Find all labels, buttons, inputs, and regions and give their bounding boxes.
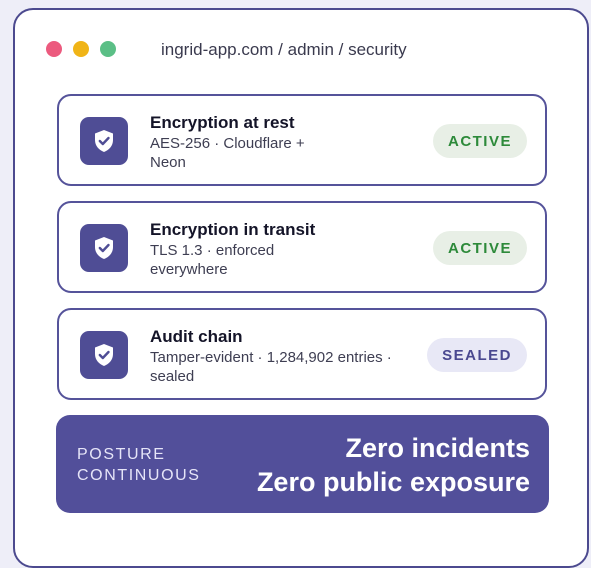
card-description: Tamper-evident · 1,284,902 entries · sea… <box>150 348 430 386</box>
card-title: Encryption in transit <box>150 220 316 239</box>
maximize-window-dot[interactable] <box>100 41 116 57</box>
security-card-audit-chain: Audit chain Tamper-evident · 1,284,902 e… <box>57 308 547 400</box>
posture-label-line: CONTINUOUS <box>77 467 201 484</box>
shield-check-icon <box>80 331 128 379</box>
posture-banner: POSTURE CONTINUOUS Zero incidents Zero p… <box>56 415 549 513</box>
card-description-line: TLS 1.3 · enforced <box>150 242 275 259</box>
card-title: Audit chain <box>150 327 243 346</box>
card-description-line: everywhere <box>150 261 228 278</box>
card-description-line: AES-256 · Cloudflare + <box>150 135 305 152</box>
headline-line: Zero public exposure <box>256 467 530 497</box>
security-card-encryption-at-rest: Encryption at rest AES-256 · Cloudflare … <box>57 94 547 186</box>
url-breadcrumb[interactable]: ingrid-app.com / admin / security <box>161 40 407 60</box>
card-description-line: Tamper-evident · 1,284,902 entries · <box>150 349 392 366</box>
close-window-dot[interactable] <box>46 41 62 57</box>
headline-line: Zero incidents <box>345 433 530 463</box>
shield-check-icon <box>80 117 128 165</box>
card-description: TLS 1.3 · enforced everywhere <box>150 241 430 279</box>
browser-window: ingrid-app.com / admin / security Encryp… <box>13 8 589 568</box>
posture-label-line: POSTURE <box>77 446 166 463</box>
posture-headline: Zero incidents Zero public exposure <box>257 431 530 499</box>
title-bar: ingrid-app.com / admin / security <box>15 10 587 90</box>
minimize-window-dot[interactable] <box>73 41 89 57</box>
posture-label: POSTURE CONTINUOUS <box>77 444 201 486</box>
status-badge-active: ACTIVE <box>432 124 527 158</box>
card-description: AES-256 · Cloudflare + Neon <box>150 134 430 172</box>
shield-check-icon <box>80 224 128 272</box>
status-badge-sealed: SEALED <box>427 338 527 372</box>
status-badge-active: ACTIVE <box>432 231 527 265</box>
card-description-line: sealed <box>150 368 195 385</box>
card-description-line: Neon <box>150 154 186 171</box>
security-card-encryption-in-transit: Encryption in transit TLS 1.3 · enforced… <box>57 201 547 293</box>
card-title: Encryption at rest <box>150 113 295 132</box>
